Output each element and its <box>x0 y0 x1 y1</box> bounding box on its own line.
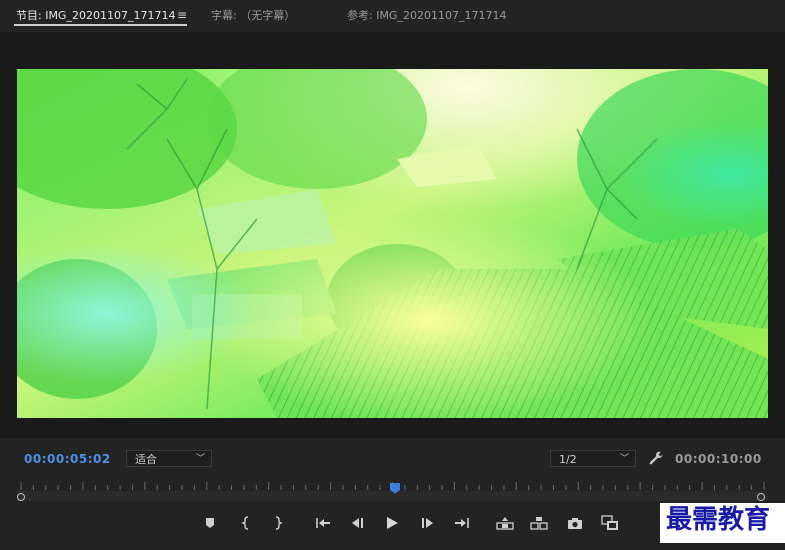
panel-tab-bar: 节目: IMG_20201107_171714 ≡ 字幕: （无字幕） 参考: … <box>0 0 785 32</box>
time-ruler[interactable] <box>17 476 768 504</box>
go-to-in-icon[interactable] <box>312 512 334 534</box>
play-icon[interactable] <box>381 512 403 534</box>
extract-icon[interactable] <box>528 512 550 534</box>
zoom-start-handle[interactable] <box>17 493 25 501</box>
tab-program[interactable]: 节目: IMG_20201107_171714 <box>16 6 175 26</box>
duration-timecode: 00:00:10:00 <box>675 452 762 466</box>
chevron-down-icon: ﹀ <box>619 454 629 464</box>
transport-controls <box>195 512 625 534</box>
lift-icon[interactable] <box>494 512 516 534</box>
zoom-level-select[interactable]: 适合 ﹀ <box>126 450 212 467</box>
playhead-handle[interactable] <box>389 479 401 494</box>
program-monitor-panel: 节目: IMG_20201107_171714 ≡ 字幕: （无字幕） 参考: … <box>0 0 785 550</box>
video-frame-image <box>17 69 768 418</box>
current-timecode[interactable]: 00:00:05:02 <box>24 451 111 467</box>
zoom-level-value: 适合 <box>135 453 157 466</box>
tab-captions[interactable]: 字幕: （无字幕） <box>211 6 295 26</box>
zoom-end-handle[interactable] <box>757 493 765 501</box>
active-tab-underline <box>14 24 187 26</box>
go-to-out-icon[interactable] <box>451 512 473 534</box>
playback-resolution-select[interactable]: 1/2 ﹀ <box>550 450 636 467</box>
mark-in-icon[interactable] <box>235 512 257 534</box>
video-frame[interactable] <box>17 69 768 418</box>
add-marker-icon[interactable] <box>199 512 221 534</box>
hamburger-menu-icon[interactable]: ≡ <box>177 8 189 22</box>
wrench-icon[interactable] <box>648 450 664 466</box>
camera-icon[interactable] <box>564 512 586 534</box>
chevron-down-icon: ﹀ <box>195 454 205 464</box>
step-back-icon[interactable] <box>346 512 368 534</box>
playback-resolution-value: 1/2 <box>559 453 577 466</box>
mark-out-icon[interactable] <box>267 512 289 534</box>
comparison-view-icon[interactable] <box>599 512 621 534</box>
tab-reference[interactable]: 参考: IMG_20201107_171714 <box>347 6 506 26</box>
step-forward-icon[interactable] <box>417 512 439 534</box>
brand-watermark-logo: 最需教育 <box>660 503 785 543</box>
